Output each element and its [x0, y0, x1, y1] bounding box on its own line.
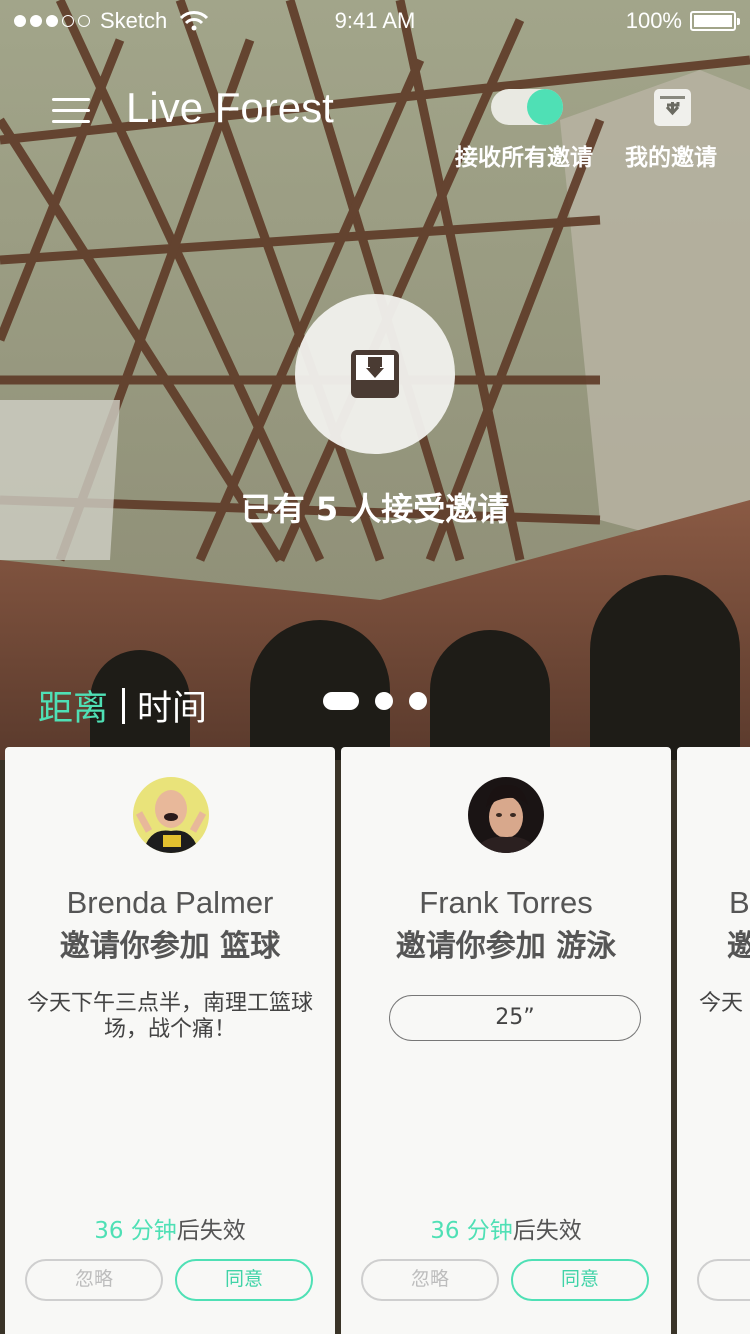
- app-title: Live Forest: [126, 84, 334, 131]
- battery-percent: 100%: [625, 8, 682, 33]
- sort-switcher: 距离 时间: [38, 680, 207, 731]
- inbox-download-icon: [351, 350, 399, 398]
- avatar: [468, 777, 544, 853]
- accept-invite-circle-button[interactable]: [295, 294, 455, 454]
- ignore-button[interactable]: 忽略: [361, 1259, 499, 1301]
- sort-time-tab[interactable]: 时间: [137, 680, 207, 731]
- toggle-knob: [527, 89, 563, 125]
- invite-card[interactable]: Brenda Palmer 邀请你参加 篮球 今天下午三点半，南理工篮球场，战个…: [5, 747, 335, 1334]
- expire-text: 36 分钟后失效: [341, 1211, 671, 1245]
- invite-activity: 邀请你参加 篮球: [59, 929, 281, 964]
- invite-card[interactable]: Frank Torres 邀请你参加 游泳 25” 36 分钟后失效 忽略 同意: [341, 747, 671, 1334]
- expire-suffix: 后失效: [512, 1218, 582, 1244]
- sort-divider: [122, 687, 126, 724]
- ignore-button[interactable]: 忽略: [25, 1259, 163, 1301]
- my-invites-inbox-icon[interactable]: [654, 89, 691, 126]
- inviter-name: Frank Torres: [419, 885, 593, 920]
- expire-time: 36 分钟: [94, 1218, 177, 1244]
- accept-all-label: 接收所有邀请: [455, 145, 593, 171]
- status-bar: Sketch 9:41 AM 100%: [0, 0, 750, 40]
- invite-activity: 邀请你参加 游泳: [395, 929, 617, 964]
- agree-button[interactable]: 同意: [511, 1259, 649, 1301]
- page-dot[interactable]: [375, 692, 393, 710]
- agree-button[interactable]: 同意: [175, 1259, 313, 1301]
- ignore-button[interactable]: 忽: [697, 1259, 750, 1301]
- expire-text: 36 分钟后失效: [5, 1211, 335, 1245]
- expire-suffix: 后失效: [176, 1218, 246, 1244]
- sort-distance-tab[interactable]: 距离: [38, 680, 108, 731]
- accept-all-toggle[interactable]: [491, 89, 563, 125]
- battery-info: 100%: [625, 8, 740, 34]
- screen: Sketch 9:41 AM 100% Live Forest 接收所有邀请 我…: [0, 0, 750, 1334]
- invite-message: 今天下午三点半，南理工篮球场，战个痛！: [26, 991, 313, 1042]
- invite-card[interactable]: Br 邀 今天 忽: [677, 747, 750, 1334]
- invite-activity: 邀: [727, 929, 750, 964]
- expire-time: 36 分钟: [430, 1218, 513, 1244]
- invite-message: 今天: [699, 991, 744, 1016]
- page-dot-active[interactable]: [323, 692, 359, 710]
- my-invites-label[interactable]: 我的邀请: [625, 138, 717, 172]
- inviter-name: Brenda Palmer: [66, 885, 274, 920]
- accepted-count-text: 已有 5 人接受邀请: [240, 490, 510, 528]
- menu-icon[interactable]: [52, 98, 90, 126]
- voice-message-duration[interactable]: 25”: [389, 995, 641, 1041]
- battery-icon: [690, 11, 740, 31]
- avatar: [133, 777, 209, 853]
- inviter-name: Br: [729, 885, 750, 920]
- page-dot[interactable]: [409, 692, 427, 710]
- page-indicator: [323, 692, 427, 710]
